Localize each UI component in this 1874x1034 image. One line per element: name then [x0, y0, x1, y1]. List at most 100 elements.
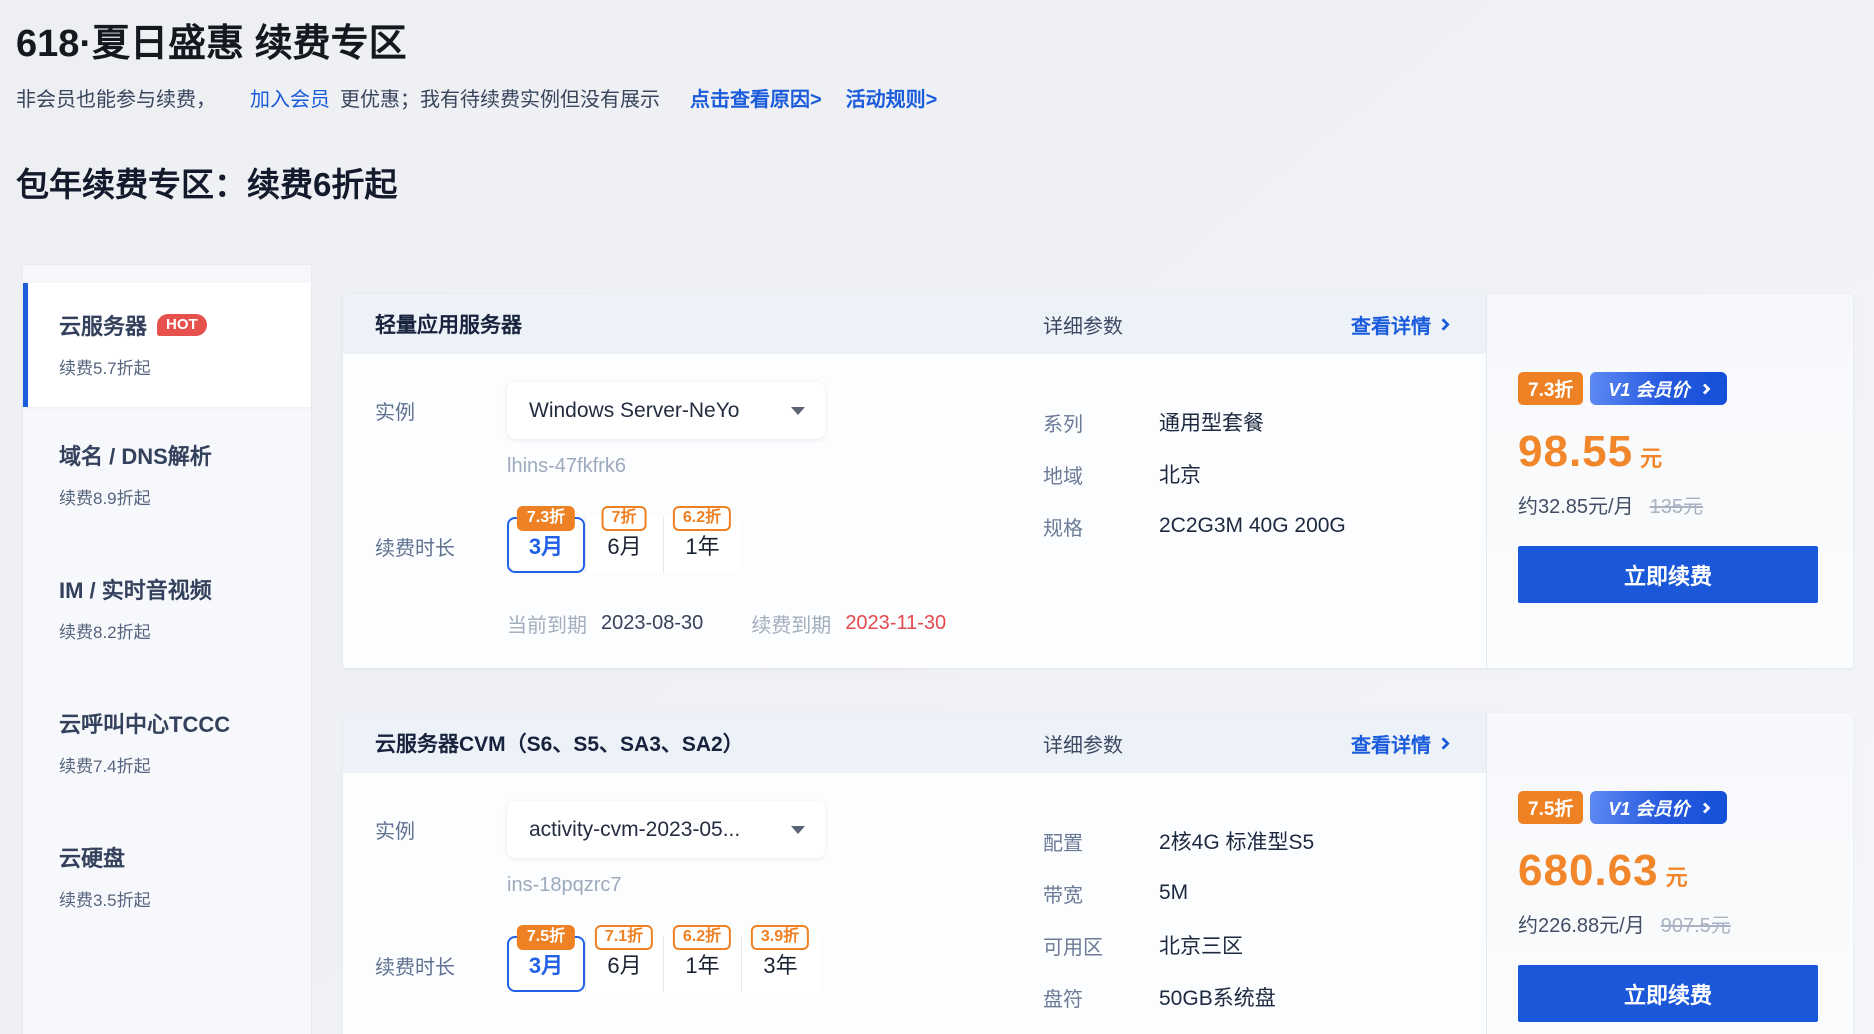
spec-label: 盘符: [1043, 983, 1159, 1012]
spec-value: 北京三区: [1159, 930, 1243, 960]
period-tabs: 7.5折 3月 7.1折 6月 6.2折 1年: [507, 925, 819, 992]
sidebar-item-label: 云呼叫中心TCCC: [59, 707, 230, 739]
price-panel: 7.5折 V1 会员价 680.63 元 约226.88元/月 907.5元: [1486, 713, 1853, 1034]
period-tabs: 7.3折 3月 7折 6月 6.2折 1年: [507, 506, 741, 573]
sidebar-item-label: 云硬盘: [59, 841, 125, 873]
chevron-right-icon: [1437, 737, 1450, 750]
chevron-down-icon: [791, 826, 805, 834]
discount-badge: 3.9折: [751, 925, 809, 950]
sidebar-item-label: 云服务器: [59, 309, 147, 341]
period-option-6m[interactable]: 7.1折 6月: [585, 936, 663, 992]
spec-column: 配置 2核4G 标准型S5 带宽 5M 可用区 北京三区: [1043, 801, 1486, 1023]
price-unit: 元: [1640, 441, 1662, 473]
duration-label: 续费时长: [375, 951, 507, 980]
params-column-label: 详细参数: [1043, 729, 1123, 758]
card-main-area: 云服务器CVM（S6、S5、SA3、SA2） 详细参数 查看详情 实例: [343, 713, 1486, 1034]
spec-row: 地域 北京: [1043, 448, 1486, 500]
sidebar-item-discount: 续费7.4折起: [59, 752, 291, 777]
instance-id: ins-18pqzrc7: [507, 874, 1043, 897]
sidebar-item-title: 云呼叫中心TCCC: [59, 707, 291, 739]
view-detail-label: 查看详情: [1351, 729, 1431, 758]
sidebar-item-title: 域名 / DNS解析: [59, 439, 291, 471]
sidebar-item-discount: 续费8.2折起: [59, 618, 291, 643]
card-title: 云服务器CVM（S6、S5、SA3、SA2）: [375, 728, 744, 758]
page-title: 618·夏日盛惠 续费专区: [16, 12, 1853, 67]
instance-row: 实例 activity-cvm-2023-05...: [375, 801, 1043, 858]
sidebar-item-domain-dns[interactable]: 域名 / DNS解析 续费8.9折起: [23, 407, 311, 541]
period-option-6m[interactable]: 7折 6月: [585, 517, 663, 573]
renew-now-button[interactable]: 立即续费: [1518, 965, 1818, 1022]
sidebar-item-discount: 续费5.7折起: [59, 354, 291, 379]
view-detail-link[interactable]: 查看详情: [1351, 310, 1448, 339]
chevron-right-icon: [1700, 802, 1711, 813]
price-number: 680.63: [1518, 846, 1659, 896]
spec-label: 系列: [1043, 408, 1159, 437]
sidebar-item-title: 云硬盘: [59, 841, 291, 873]
period-option-3m[interactable]: 7.3折 3月: [507, 517, 585, 573]
sidebar-item-cloud-server[interactable]: 云服务器 HOT 续费5.7折起: [23, 283, 311, 407]
chevron-right-icon: [1700, 383, 1711, 394]
original-price: 135元: [1650, 490, 1703, 519]
duration-label: 续费时长: [375, 532, 507, 561]
current-expire-label: 当前到期: [507, 609, 587, 638]
card-header: 轻量应用服务器 详细参数 查看详情: [343, 294, 1486, 354]
renewal-promo-page: 618·夏日盛惠 续费专区 非会员也能参与续费， 加入会员 更优惠；我有待续费实…: [0, 0, 1874, 1034]
price-amount: 98.55 元: [1518, 427, 1853, 477]
period-option-1y[interactable]: 6.2折 1年: [663, 936, 741, 992]
monthly-price: 约32.85元/月: [1518, 490, 1634, 519]
spec-value: 2C2G3M 40G 200G: [1159, 514, 1346, 538]
instance-select[interactable]: Windows Server-NeYo: [507, 382, 825, 439]
renew-expire-date: 2023-11-30: [845, 612, 946, 635]
period-option-1y[interactable]: 6.2折 1年: [663, 517, 741, 573]
discount-badge: 6.2折: [673, 506, 731, 531]
discount-badge: 6.2折: [673, 925, 731, 950]
instance-select[interactable]: activity-cvm-2023-05...: [507, 801, 825, 858]
spec-value: 5M: [1159, 881, 1188, 905]
card-main-area: 轻量应用服务器 详细参数 查看详情 实例 Windows Ser: [343, 294, 1486, 668]
discount-badge: 7.3折: [1518, 372, 1583, 405]
product-card-lighthouse: 轻量应用服务器 详细参数 查看详情 实例 Windows Ser: [343, 294, 1853, 668]
card-body: 实例 Windows Server-NeYo lhins-47fkfrk6 续费…: [343, 354, 1486, 668]
renew-now-button[interactable]: 立即续费: [1518, 546, 1818, 603]
join-member-link[interactable]: 加入会员: [250, 83, 330, 112]
card-header: 云服务器CVM（S6、S5、SA3、SA2） 详细参数 查看详情: [343, 713, 1486, 773]
params-column-label: 详细参数: [1043, 310, 1123, 339]
spec-row: 可用区 北京三区: [1043, 919, 1486, 971]
sidebar-item-title: 云服务器 HOT: [59, 309, 291, 341]
sidebar-item-cloud-disk[interactable]: 云硬盘 续费3.5折起: [23, 809, 311, 943]
discount-badge: 7.5折: [517, 925, 575, 950]
spec-label: 带宽: [1043, 879, 1159, 908]
instance-row: 实例 Windows Server-NeYo: [375, 382, 1043, 439]
renew-expire-label: 续费到期: [751, 609, 831, 638]
price-panel: 7.3折 V1 会员价 98.55 元 约32.85元/月 135元: [1486, 294, 1853, 668]
discount-badge: 7.3折: [517, 506, 575, 531]
spec-label: 规格: [1043, 512, 1159, 541]
spec-column: 系列 通用型套餐 地域 北京 规格 2C2G3M 40G 200G: [1043, 382, 1486, 638]
activity-rules-link[interactable]: 活动规则>: [846, 83, 938, 112]
sidebar-item-title: IM / 实时音视频: [59, 573, 291, 605]
period-option-3y[interactable]: 3.9折 3年: [741, 936, 819, 992]
member-price-badge[interactable]: V1 会员价: [1590, 791, 1727, 824]
period-option-3m[interactable]: 7.5折 3月: [507, 936, 585, 992]
spec-row: 盘符 50GB系统盘: [1043, 971, 1486, 1023]
sidebar-item-im-trtc[interactable]: IM / 实时音视频 续费8.2折起: [23, 541, 311, 675]
card-title: 轻量应用服务器: [375, 309, 522, 339]
discount-badge: 7.1折: [595, 925, 653, 950]
price-monthly-row: 约226.88元/月 907.5元: [1518, 909, 1853, 938]
view-reason-link[interactable]: 点击查看原因>: [690, 83, 822, 112]
price-number: 98.55: [1518, 427, 1633, 477]
member-price-badge[interactable]: V1 会员价: [1590, 372, 1727, 405]
spec-row: 规格 2C2G3M 40G 200G: [1043, 500, 1486, 552]
form-column: 实例 activity-cvm-2023-05... ins-18pqzrc7 …: [375, 801, 1043, 1023]
section-title: 包年续费专区：续费6折起: [16, 158, 1853, 206]
sidebar-item-tccc[interactable]: 云呼叫中心TCCC 续费7.4折起: [23, 675, 311, 809]
subtitle-row: 非会员也能参与续费， 加入会员 更优惠；我有待续费实例但没有展示 点击查看原因>…: [16, 83, 1853, 112]
price-unit: 元: [1666, 860, 1688, 892]
duration-row: 续费时长 7.5折 3月 7.1折 6月: [375, 925, 1043, 992]
spec-value: 2核4G 标准型S5: [1159, 826, 1314, 856]
view-detail-link[interactable]: 查看详情: [1351, 729, 1448, 758]
spec-label: 配置: [1043, 827, 1159, 856]
spec-value: 通用型套餐: [1159, 407, 1264, 437]
current-expire-date: 2023-08-30: [601, 612, 703, 635]
instance-select-value: Windows Server-NeYo: [529, 399, 739, 423]
